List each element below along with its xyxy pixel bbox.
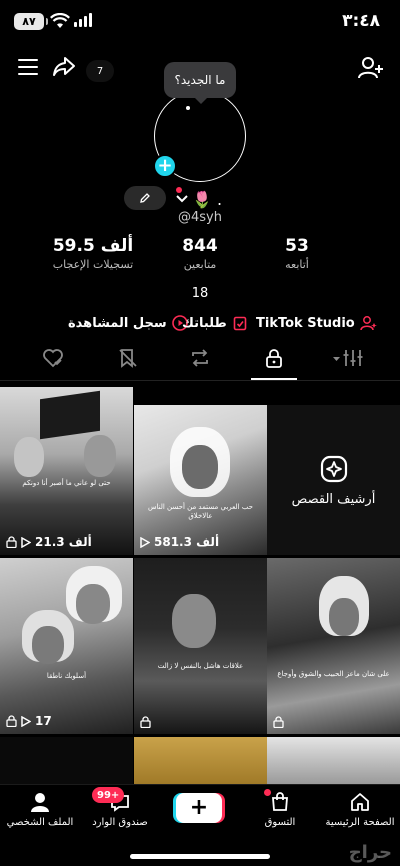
video-thumbnail xyxy=(134,737,267,784)
nav-home[interactable]: الصفحة الرئيسية xyxy=(320,791,400,828)
view-count: 21.3 ألف xyxy=(6,535,92,549)
tiktok-studio-link[interactable]: TikTok Studio xyxy=(256,312,378,334)
edit-name-button[interactable] xyxy=(124,186,166,210)
stat-following[interactable]: 53 أتابعه xyxy=(242,236,352,271)
reposts-tab-icon[interactable] xyxy=(189,347,211,369)
stat-label: أتابعه xyxy=(285,258,309,271)
menu-icon[interactable] xyxy=(18,59,38,80)
stat-value: 844 xyxy=(182,236,218,256)
liked-tab-icon[interactable] xyxy=(42,347,64,369)
nav-label: صندوق الوارد xyxy=(92,817,148,828)
watch-history-link[interactable]: سجل المشاهدة xyxy=(68,312,188,334)
story-archive-tile[interactable]: أرشيف القصص xyxy=(267,405,400,555)
link-label: طلباتك xyxy=(182,315,227,331)
video-thumbnail: أسلوبك ناطقا xyxy=(0,558,133,734)
video-caption: أسلوبك ناطقا xyxy=(46,672,87,680)
battery-icon: ٨٧ xyxy=(14,13,48,30)
link-label: TikTok Studio xyxy=(256,315,355,331)
video-tile[interactable]: أسلوبك ناطقا 17 xyxy=(0,558,133,734)
video-caption: حب العربي مستمد من أحسن الناس عالاخلاق xyxy=(147,503,254,520)
extra-number: 18 xyxy=(191,286,209,301)
watermark: حراج xyxy=(348,842,392,863)
play-icon xyxy=(140,536,150,548)
avatar-dot xyxy=(186,106,190,110)
nav-label: الملف الشخصي xyxy=(6,817,74,828)
video-thumbnail xyxy=(0,737,133,784)
signal-icon xyxy=(74,13,92,27)
nav-profile[interactable]: الملف الشخصي xyxy=(0,791,80,828)
video-caption: علاقات هاشل بالنفس لا زالت xyxy=(157,662,244,670)
story-archive-label: أرشيف القصص xyxy=(291,491,376,507)
stat-value: 59.5 ألف xyxy=(52,236,134,256)
add-friend-icon[interactable] xyxy=(358,56,384,80)
stat-likes[interactable]: 59.5 ألف تسجيلات الإعجاب xyxy=(38,236,148,271)
nav-label: الصفحة الرئيسية xyxy=(325,817,395,828)
stat-followers[interactable]: 844 متابعين xyxy=(145,236,255,271)
lock-icon xyxy=(6,536,17,548)
play-icon xyxy=(21,536,31,548)
status-dot xyxy=(176,187,182,193)
stat-value: 53 xyxy=(285,236,309,256)
battery-level: ٨٧ xyxy=(22,15,36,28)
video-tile[interactable]: على شان ماعز الحبيب والشوق وأوجاع xyxy=(267,558,400,734)
nav-shop[interactable]: التسوق xyxy=(240,791,320,828)
view-count-value: 581.3 ألف xyxy=(154,535,220,549)
video-caption: على شان ماعز الحبيب والشوق وأوجاع xyxy=(277,670,390,678)
lock-icon xyxy=(140,716,151,728)
notification-count[interactable]: 7 xyxy=(86,60,114,82)
private-tab-icon[interactable] xyxy=(263,347,285,369)
chevron-down-icon xyxy=(176,195,188,203)
stat-label: متابعين xyxy=(183,258,217,271)
wifi-icon xyxy=(50,13,70,28)
shop-notification-dot xyxy=(264,789,271,796)
view-count-value: 21.3 ألف xyxy=(35,535,92,549)
share-icon[interactable] xyxy=(52,56,76,78)
video-tile[interactable]: حب العربي مستمد من أحسن الناس عالاخلاق 5… xyxy=(134,405,267,555)
video-thumbnail: حب العربي مستمد من أحسن الناس عالاخلاق xyxy=(134,405,267,555)
shopping-bag-icon xyxy=(272,792,288,811)
stat-label: تسجيلات الإعجاب xyxy=(52,258,134,271)
video-tile[interactable] xyxy=(267,737,400,784)
creator-icon xyxy=(360,316,377,331)
status-bar: ٨٧ ٣:٤٨ xyxy=(0,0,400,44)
video-thumbnail: علاقات هاشل بالنفس لا زالت xyxy=(134,558,267,734)
orders-link[interactable]: طلباتك xyxy=(182,312,248,334)
display-name-row[interactable]: 🌷 . xyxy=(176,186,222,212)
whats-new-bubble[interactable]: ما الجديد؟ xyxy=(164,62,236,104)
video-tile[interactable]: حتى لو عاني ما أصبر أنا دونكم 21.3 ألف xyxy=(0,387,133,555)
video-tile[interactable]: علاقات هاشل بالنفس لا زالت xyxy=(134,558,267,734)
video-caption: حتى لو عاني ما أصبر أنا دونكم xyxy=(22,479,111,487)
profile-icon xyxy=(31,793,49,812)
create-button[interactable]: + xyxy=(176,793,222,823)
videos-grid-tab-icon[interactable] xyxy=(331,347,365,369)
home-indicator[interactable] xyxy=(130,854,270,859)
lock-icon xyxy=(6,715,17,727)
video-tile[interactable] xyxy=(134,737,267,784)
clock: ٣:٤٨ xyxy=(342,11,380,31)
username: @4syh xyxy=(178,210,222,225)
video-thumbnail xyxy=(267,737,400,784)
story-archive-icon xyxy=(320,455,347,482)
home-icon xyxy=(351,793,369,811)
view-count xyxy=(273,716,284,728)
video-tile[interactable] xyxy=(0,737,133,784)
view-count-value: 17 xyxy=(35,714,52,728)
play-icon xyxy=(21,715,31,727)
lock-icon xyxy=(273,716,284,728)
clipboard-icon xyxy=(233,316,247,331)
video-thumbnail: على شان ماعز الحبيب والشوق وأوجاع xyxy=(267,558,400,734)
view-count: 581.3 ألف xyxy=(140,535,219,549)
video-thumbnail: حتى لو عاني ما أصبر أنا دونكم xyxy=(0,387,133,555)
pencil-icon xyxy=(140,193,150,203)
add-story-button[interactable]: + xyxy=(153,154,177,178)
view-count: 17 xyxy=(6,714,52,728)
inbox-badge: 99+ xyxy=(92,787,125,803)
display-name: 🌷 . xyxy=(192,189,223,209)
link-label: سجل المشاهدة xyxy=(68,315,167,331)
nav-label: التسوق xyxy=(264,817,296,828)
view-count xyxy=(140,716,151,728)
tab-divider xyxy=(0,380,400,381)
favorites-tab-icon[interactable] xyxy=(117,347,139,369)
